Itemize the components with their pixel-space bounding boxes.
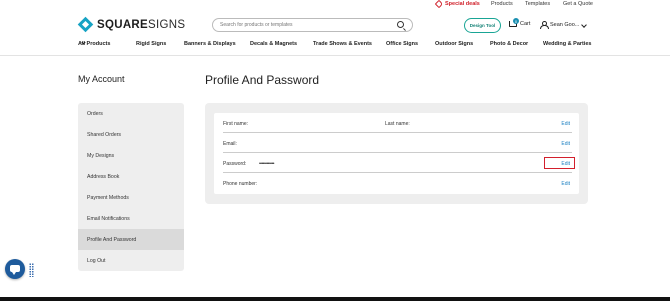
- nav-trade-shows-events[interactable]: Trade Shows & Events: [313, 41, 372, 47]
- email-label: Email:: [223, 141, 237, 147]
- sidebar-item-payment-methods[interactable]: Payment Methods: [78, 187, 184, 208]
- bottom-edge-bar: [0, 297, 670, 301]
- email-row: Email: Edit: [223, 133, 572, 153]
- nav-photo-decor[interactable]: Photo & Decor: [490, 41, 528, 47]
- templates-link[interactable]: Templates: [525, 1, 550, 7]
- phone-row: Phone number: Edit: [223, 173, 572, 193]
- products-link[interactable]: Products: [491, 1, 513, 7]
- last-name-label: Last name:: [385, 121, 410, 127]
- password-value: ••••••••••••: [259, 161, 275, 167]
- chevron-down-icon[interactable]: [581, 22, 587, 28]
- nav-decals-magnets[interactable]: Decals & Magnets: [250, 41, 297, 47]
- search-input[interactable]: [220, 22, 390, 28]
- nav-banners-displays[interactable]: Banners & Displays: [184, 41, 236, 47]
- category-nav: All Products Rigid Signs Banners & Displ…: [0, 40, 670, 51]
- special-deals-label: Special deals: [445, 1, 480, 7]
- user-name: Sean Goo...: [550, 21, 580, 28]
- phone-number-label: Phone number:: [223, 181, 258, 187]
- user-menu[interactable]: Sean Goo...: [540, 21, 580, 29]
- sidebar-item-email-notifications[interactable]: Email Notifications: [78, 208, 184, 229]
- special-deals-link[interactable]: Special deals: [434, 0, 480, 9]
- password-label: Password:: [223, 161, 247, 167]
- edit-name-link[interactable]: Edit: [561, 121, 570, 127]
- tag-icon: [434, 0, 444, 9]
- cart-count-badge: 0: [513, 18, 519, 24]
- password-row: Password: •••••••••••• Edit: [223, 153, 575, 173]
- chat-button[interactable]: [5, 259, 25, 279]
- chat-icon: [10, 265, 20, 275]
- sidebar-item-address-book[interactable]: Address Book: [78, 166, 184, 187]
- profile-card: First name: Last name: Edit Email: Edit …: [214, 113, 579, 194]
- nav-outdoor-signs[interactable]: Outdoor Signs: [435, 41, 473, 47]
- design-tool-button[interactable]: Design Tool: [464, 18, 501, 33]
- sidebar-item-orders[interactable]: Orders: [78, 103, 184, 124]
- sidebar-item-my-designs[interactable]: My Designs: [78, 145, 184, 166]
- header-divider: [0, 55, 670, 56]
- top-utility-bar: Special deals Products Templates Get a Q…: [0, 0, 670, 12]
- edit-password-highlight: [544, 157, 575, 169]
- nav-office-signs[interactable]: Office Signs: [386, 41, 418, 47]
- logo-text: SQUARESIGNS: [97, 19, 186, 31]
- search-icon[interactable]: [397, 21, 404, 28]
- nav-rigid-signs[interactable]: Rigid Signs: [136, 41, 166, 47]
- cart-label: Cart: [520, 21, 531, 27]
- edit-phone-link[interactable]: Edit: [561, 181, 570, 187]
- edit-email-link[interactable]: Edit: [561, 141, 570, 147]
- logo[interactable]: SQUARESIGNS: [77, 16, 186, 33]
- account-sidebar: Orders Shared Orders My Designs Address …: [78, 103, 184, 271]
- user-icon: [540, 21, 549, 29]
- logo-mark-icon: [77, 16, 94, 33]
- site-header: SQUARESIGNS Design Tool Cart 0 Sean Goo.…: [0, 13, 670, 39]
- sidebar-item-log-out[interactable]: Log Out: [78, 250, 184, 271]
- first-name-label: First name:: [223, 121, 249, 127]
- name-row: First name: Last name: Edit: [223, 113, 572, 133]
- nav-wedding-parties[interactable]: Wedding & Parties: [543, 41, 592, 47]
- sidebar-title: My Account: [78, 74, 125, 84]
- get-quote-link[interactable]: Get a Quote: [563, 1, 593, 7]
- sidebar-item-profile-and-password[interactable]: Profile And Password: [78, 229, 184, 250]
- page-title: Profile And Password: [205, 73, 320, 87]
- drag-handle-icon[interactable]: [29, 263, 34, 277]
- search-bar: [212, 18, 413, 32]
- sidebar-item-shared-orders[interactable]: Shared Orders: [78, 124, 184, 145]
- nav-all-products[interactable]: All Products: [78, 40, 110, 47]
